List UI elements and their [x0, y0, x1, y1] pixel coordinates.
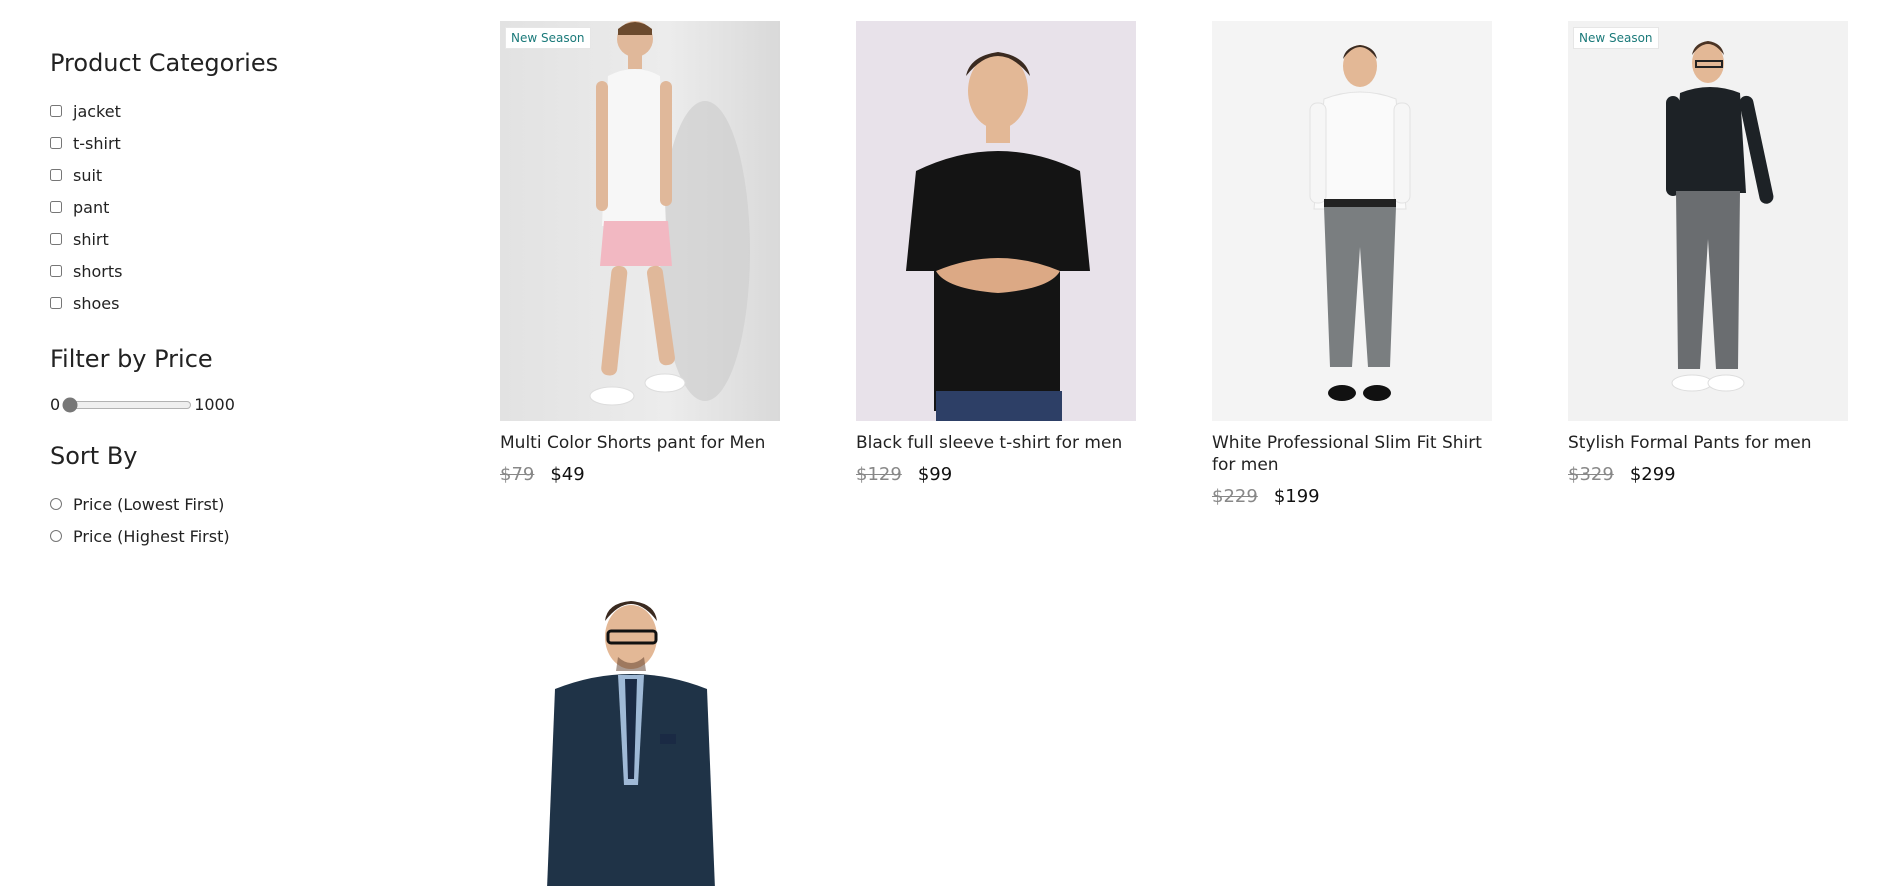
product-image[interactable]: New Season — [1568, 21, 1848, 421]
product-title[interactable]: Multi Color Shorts pant for Men — [500, 432, 780, 454]
category-label: jacket — [73, 101, 121, 121]
sale-price: $99 — [917, 464, 953, 485]
categories-heading: Product Categories — [50, 49, 279, 77]
product-image[interactable] — [1212, 21, 1492, 421]
sort-label: Price (Lowest First) — [73, 494, 225, 514]
category-checkbox[interactable] — [50, 265, 62, 277]
product-card[interactable]: New Season Stylish Formal Pants for men … — [1568, 21, 1848, 485]
category-item-shirt[interactable]: shirt — [50, 223, 350, 255]
category-list: jacket t-shirt suit pant shirt shorts sh… — [50, 95, 350, 319]
product-prices: $129 $99 — [856, 464, 1136, 485]
product-card[interactable] — [500, 559, 780, 886]
category-label: suit — [73, 165, 103, 185]
model-image — [906, 52, 1090, 421]
model-image — [1309, 45, 1411, 401]
sort-heading: Sort By — [50, 442, 138, 470]
sale-price: $49 — [550, 464, 585, 485]
category-item-pant[interactable]: pant — [50, 191, 350, 223]
category-checkbox[interactable] — [50, 233, 62, 245]
new-season-badge: New Season — [505, 27, 591, 49]
category-item-suit[interactable]: suit — [50, 159, 350, 191]
price-filter-heading: Filter by Price — [50, 345, 213, 373]
product-card[interactable]: Black full sleeve t-shirt for men $129 $9… — [856, 21, 1136, 485]
category-checkbox[interactable] — [50, 169, 62, 181]
category-item-shoes[interactable]: shoes — [50, 287, 350, 319]
original-price: $329 — [1568, 464, 1614, 485]
product-title[interactable]: Black full sleeve t-shirt for men — [856, 432, 1136, 454]
product-card[interactable]: New Season Multi Color Shorts pant for M… — [500, 21, 780, 485]
category-label: pant — [73, 197, 110, 217]
sale-price: $199 — [1273, 486, 1320, 507]
product-prices: $79 $49 — [500, 464, 780, 485]
model-image — [589, 21, 750, 406]
category-item-jacket[interactable]: jacket — [50, 95, 350, 127]
sort-option-lowest[interactable]: Price (Lowest First) — [50, 488, 350, 520]
original-price: $79 — [500, 464, 535, 485]
category-label: shoes — [73, 293, 120, 313]
product-prices: $229 $199 — [1212, 486, 1492, 507]
product-image[interactable] — [856, 21, 1136, 421]
product-card[interactable]: White Professional Slim Fit Shirt for me… — [1212, 21, 1492, 507]
sort-radio[interactable] — [50, 530, 62, 542]
model-image — [547, 601, 715, 886]
price-filter: 0 1000 — [50, 395, 350, 414]
filter-sidebar: Product Categories jacket t-shirt suit p… — [50, 40, 350, 552]
sort-option-highest[interactable]: Price (Highest First) — [50, 520, 350, 552]
product-prices: $329 $299 — [1568, 464, 1848, 485]
model-image — [1666, 41, 1774, 392]
category-label: shorts — [73, 261, 123, 281]
price-slider[interactable] — [62, 396, 193, 413]
category-label: t-shirt — [73, 133, 121, 153]
new-season-badge: New Season — [1573, 27, 1659, 49]
category-checkbox[interactable] — [50, 137, 62, 149]
product-image[interactable] — [500, 559, 780, 886]
category-label: shirt — [73, 229, 109, 249]
sale-price: $299 — [1629, 464, 1676, 485]
sort-radio[interactable] — [50, 498, 62, 510]
product-title[interactable]: Stylish Formal Pants for men — [1568, 432, 1848, 454]
category-checkbox[interactable] — [50, 297, 62, 309]
original-price: $129 — [856, 464, 902, 485]
sort-label: Price (Highest First) — [73, 526, 230, 546]
category-checkbox[interactable] — [50, 105, 62, 117]
original-price: $229 — [1212, 486, 1258, 507]
price-min-label: 0 — [50, 395, 61, 414]
category-item-shorts[interactable]: shorts — [50, 255, 350, 287]
category-item-t-shirt[interactable]: t-shirt — [50, 127, 350, 159]
product-title[interactable]: White Professional Slim Fit Shirt for me… — [1212, 432, 1492, 476]
product-image[interactable]: New Season — [500, 21, 780, 421]
category-checkbox[interactable] — [50, 201, 62, 213]
price-max-label: 1000 — [194, 395, 235, 414]
